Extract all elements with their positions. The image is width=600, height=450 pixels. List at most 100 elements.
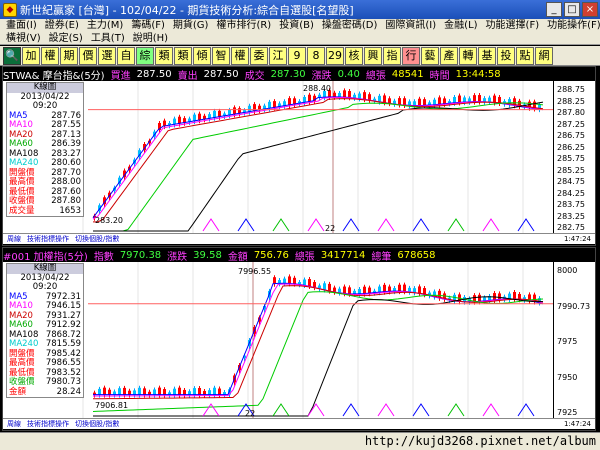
menu-item[interactable]: 金融(L) xyxy=(440,19,481,32)
candle xyxy=(143,388,146,395)
candle xyxy=(398,98,401,105)
mini-time: 1:47:24 xyxy=(564,235,591,243)
toolbar-button[interactable]: 自 xyxy=(117,46,135,65)
chart-pane-taiex-futures: STWA& 摩台指&(5分) 買進 287.50 賣出 287.50 成交 287.30 漲跌… xyxy=(2,66,596,246)
candle xyxy=(118,388,121,395)
header-field: 指數 xyxy=(93,251,114,263)
toolbar-button[interactable]: 轉 xyxy=(459,46,477,65)
candle xyxy=(363,286,366,294)
candlestick-plot[interactable]: 288.40 283.20 22 xyxy=(3,81,553,233)
axis-tick: 284.25 xyxy=(557,188,585,198)
toolbar-button[interactable]: 9 xyxy=(288,46,306,65)
mini-time: 1:47:24 xyxy=(564,420,591,428)
toolbar-button[interactable]: 智 xyxy=(212,46,230,65)
menu-item[interactable]: 操盤密碼(D) xyxy=(318,19,382,32)
menu-item[interactable]: 說明(H) xyxy=(129,32,172,45)
search-icon[interactable]: 🔍 xyxy=(3,46,21,65)
candlestick-plot[interactable]: 7996.55 7906.81 22 xyxy=(3,262,553,418)
axis-tick: 7925 xyxy=(557,408,578,417)
menu-item[interactable]: 功能選擇(F) xyxy=(482,19,544,32)
menu-item[interactable]: 功能操作(F) xyxy=(543,19,600,32)
axis-tick: 287.25 xyxy=(557,119,585,129)
candle xyxy=(393,100,396,104)
close-button[interactable]: × xyxy=(582,2,598,17)
toolbar-button[interactable]: 指 xyxy=(383,46,401,65)
moving-average-line xyxy=(92,96,544,219)
signal-marker xyxy=(342,403,360,417)
toolbar-button[interactable]: 權 xyxy=(231,46,249,65)
signal-marker xyxy=(307,403,325,417)
chart-label: 283.20 xyxy=(95,216,123,225)
candle xyxy=(153,389,156,395)
status-bar: http://kujd3268.pixnet.net/album xyxy=(0,432,600,450)
candlestick-chart: 7996.55 7906.81 22 xyxy=(82,262,553,418)
toolbar-button[interactable]: 產 xyxy=(440,46,458,65)
candle xyxy=(273,101,276,108)
mini-label: 切換個股/指數 xyxy=(75,235,120,243)
candle xyxy=(518,293,521,300)
candle xyxy=(423,99,426,106)
menu-item[interactable]: 投資(B) xyxy=(275,19,318,32)
toolbar-button[interactable]: 投 xyxy=(497,46,515,65)
header-field: 漲跌 xyxy=(167,251,188,263)
candle xyxy=(328,283,331,291)
toolbar-button[interactable]: 綜 xyxy=(136,46,154,65)
candle xyxy=(378,286,381,293)
candle xyxy=(388,98,391,104)
toolbar-button[interactable]: 權 xyxy=(41,46,59,65)
menu-item[interactable]: 期貨(G) xyxy=(169,19,213,32)
minimize-button[interactable]: _ xyxy=(546,2,562,17)
candle xyxy=(383,95,386,103)
candle xyxy=(293,277,296,284)
menu-item[interactable]: 畫面(I) xyxy=(2,19,41,32)
toolbar-button[interactable]: 類 xyxy=(155,46,173,65)
signal-marker xyxy=(377,218,395,232)
menu-item[interactable]: 橫視(V) xyxy=(2,32,45,45)
candle xyxy=(313,282,316,288)
indicator-strip[interactable]: 周線 技術指標操作 切換個股/指數 1:47:24 xyxy=(3,418,595,429)
menu-item[interactable]: 權市排行(R) xyxy=(212,19,275,32)
axis-tick: 286.25 xyxy=(557,142,585,152)
candle xyxy=(163,389,166,395)
menu-item[interactable]: 工具(T) xyxy=(87,32,129,45)
toolbar-button[interactable]: 傾 xyxy=(193,46,211,65)
toolbar-button[interactable]: 選 xyxy=(98,46,116,65)
candle xyxy=(213,110,216,118)
mini-label: 切換個股/指數 xyxy=(75,420,120,428)
toolbar-button[interactable]: 核 xyxy=(345,46,363,65)
toolbar-button[interactable]: 8 xyxy=(307,46,325,65)
menu-item[interactable]: 國際資訊(I) xyxy=(381,19,440,32)
candle xyxy=(413,101,416,106)
candle xyxy=(318,285,321,289)
menu-item[interactable]: 證券(E) xyxy=(41,19,83,32)
menu-row-1: 畫面(I) 證券(E) 主力(M) 籌碼(F) 期貨(G) 權市排行(R) 投資(B) 操盤密… xyxy=(0,19,600,32)
axis-tick: 282.75 xyxy=(557,223,585,232)
menu-item[interactable]: 籌碼(F) xyxy=(127,19,169,32)
moving-average-line xyxy=(92,96,544,220)
axis-tick: 285.25 xyxy=(557,165,585,175)
candle xyxy=(218,388,221,395)
maximize-button[interactable]: □ xyxy=(564,2,580,17)
toolbar-button[interactable]: 加 xyxy=(22,46,40,65)
toolbar-button[interactable]: 29 xyxy=(326,46,344,65)
candle xyxy=(398,284,401,292)
toolbar-button[interactable]: 行 xyxy=(402,46,420,65)
menu-item[interactable]: 設定(S) xyxy=(45,32,87,45)
toolbar-button[interactable]: 委 xyxy=(250,46,268,65)
moving-average-line xyxy=(92,98,544,223)
toolbar-button[interactable]: 期 xyxy=(60,46,78,65)
menu-bar: 畫面(I) 證券(E) 主力(M) 籌碼(F) 期貨(G) 權市排行(R) 投資(B) 操盤密… xyxy=(0,19,600,45)
toolbar-button[interactable]: 類 xyxy=(174,46,192,65)
toolbar-button[interactable]: 江 xyxy=(269,46,287,65)
signal-marker xyxy=(272,218,290,232)
toolbar-button[interactable]: 基 xyxy=(478,46,496,65)
toolbar-button[interactable]: 點 xyxy=(516,46,534,65)
toolbar-button[interactable]: 藝 xyxy=(421,46,439,65)
toolbar-button[interactable]: 網 xyxy=(535,46,553,65)
toolbar-button[interactable]: 價 xyxy=(79,46,97,65)
signal-marker xyxy=(202,218,220,232)
candle xyxy=(233,107,236,115)
indicator-strip[interactable]: 周線 技術指標操作 切換個股/指數 1:47:24 xyxy=(3,233,595,244)
toolbar-button[interactable]: 興 xyxy=(364,46,382,65)
menu-item[interactable]: 主力(M) xyxy=(83,19,127,32)
